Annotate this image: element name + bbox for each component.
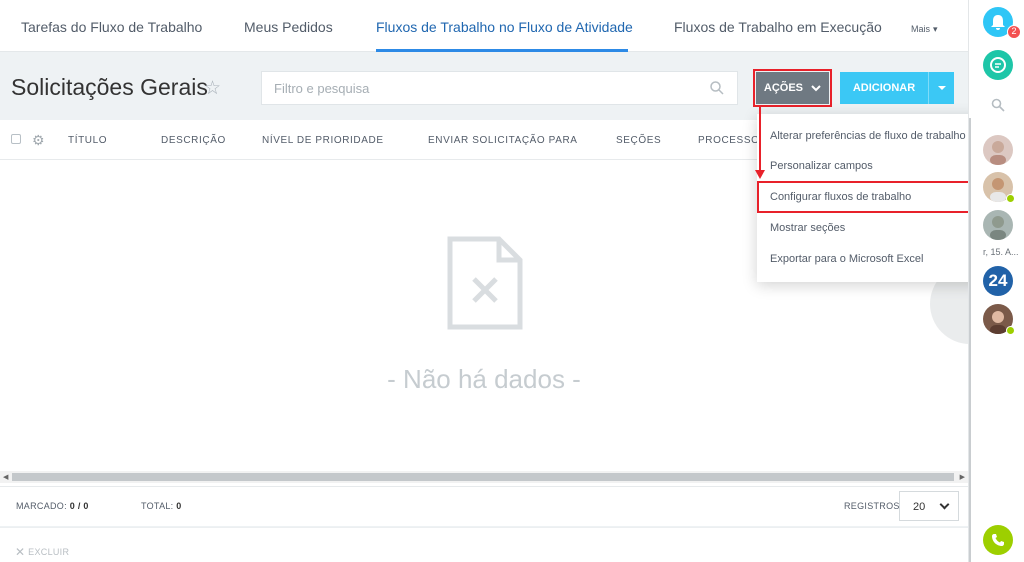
caret-down-icon: ▾ xyxy=(933,24,938,34)
notification-count-badge: 2 xyxy=(1007,25,1021,39)
chevron-down-icon xyxy=(939,499,950,510)
online-status-dot xyxy=(1006,194,1015,203)
add-button[interactable]: ADICIONAR xyxy=(840,72,928,104)
bitrix24-icon[interactable]: 24 xyxy=(983,266,1013,296)
active-tab-underline xyxy=(376,49,628,52)
right-sidebar: 2 r, 15. A... 24 xyxy=(968,0,1024,562)
annotation-arrow-head xyxy=(755,170,765,179)
grid-footer: MARCADO: 0 / 0 TOTAL: 0 REGISTROS: 20 xyxy=(0,486,968,526)
search-placeholder: Filtro e pesquisa xyxy=(274,81,370,96)
annotation-arrow-line xyxy=(759,107,761,171)
actions-highlight-box xyxy=(753,69,832,107)
page-title: Solicitações Gerais xyxy=(11,74,208,100)
search-icon[interactable] xyxy=(991,98,1005,112)
total-count: TOTAL: 0 xyxy=(141,501,182,511)
column-header-title[interactable]: TÍTULO xyxy=(68,135,107,146)
delete-button[interactable]: ✕ EXCLUIR xyxy=(15,545,69,559)
bulk-actions-bar: ✕ EXCLUIR xyxy=(0,527,968,562)
marked-count: MARCADO: 0 / 0 xyxy=(16,501,89,511)
scroll-right-icon[interactable]: ▶ xyxy=(960,473,965,481)
user-name-label: r, 15. A... xyxy=(983,247,1019,257)
records-label: REGISTROS: xyxy=(844,501,903,511)
phone-icon[interactable] xyxy=(983,525,1013,555)
menu-item-export-excel[interactable]: Exportar para o Microsoft Excel xyxy=(770,253,923,265)
menu-item-workflow-preferences[interactable]: Alterar preferências de fluxo de trabalh… xyxy=(770,130,966,142)
tab-running-workflows[interactable]: Fluxos de Trabalho em Execução xyxy=(674,19,882,35)
total-value: 0 xyxy=(176,501,182,511)
delete-label: EXCLUIR xyxy=(28,547,70,557)
records-per-page-select[interactable]: 20 xyxy=(899,491,959,521)
search-input[interactable]: Filtro e pesquisa xyxy=(261,71,738,105)
empty-document-icon xyxy=(447,236,523,330)
tab-my-requests[interactable]: Meus Pedidos xyxy=(244,19,333,35)
marked-label: MARCADO: xyxy=(16,501,67,511)
column-header-description[interactable]: DESCRIÇÃO xyxy=(161,135,226,146)
tab-workflow-tasks[interactable]: Tarefas do Fluxo de Trabalho xyxy=(21,19,202,35)
more-label: Mais xyxy=(911,24,931,34)
select-all-checkbox[interactable] xyxy=(11,134,21,144)
total-label: TOTAL: xyxy=(141,501,174,511)
add-dropdown-toggle[interactable] xyxy=(928,72,954,104)
close-icon: ✕ xyxy=(15,545,26,559)
gear-icon[interactable]: ⚙ xyxy=(32,132,45,149)
column-header-priority[interactable]: NÍVEL DE PRIORIDADE xyxy=(262,135,384,146)
empty-state-text: - Não há dados - xyxy=(387,364,581,394)
scroll-left-icon[interactable]: ◀ xyxy=(3,473,8,481)
sidebar-scrollbar[interactable] xyxy=(969,118,971,562)
menu-item-show-sections[interactable]: Mostrar seções xyxy=(770,222,845,234)
tab-workflows-in-activity-stream[interactable]: Fluxos de Trabalho no Fluxo de Atividade xyxy=(376,19,633,35)
menu-item-highlight-box xyxy=(757,181,981,213)
menu-item-customize-fields[interactable]: Personalizar campos xyxy=(770,160,873,172)
records-value: 20 xyxy=(913,501,926,513)
column-header-send-to[interactable]: ENVIAR SOLICITAÇÃO PARA xyxy=(428,135,578,146)
top-navigation: Tarefas do Fluxo de Trabalho Meus Pedido… xyxy=(0,0,968,52)
horizontal-scrollbar[interactable]: ◀ ▶ xyxy=(0,471,968,483)
marked-value: 0 / 0 xyxy=(69,501,89,511)
column-header-sections[interactable]: SEÇÕES xyxy=(616,135,661,146)
online-status-dot xyxy=(1006,326,1015,335)
search-icon[interactable] xyxy=(709,80,725,96)
avatar[interactable] xyxy=(983,135,1013,165)
avatar[interactable] xyxy=(983,210,1013,240)
open-channels-icon[interactable] xyxy=(983,50,1013,80)
star-icon[interactable]: ☆ xyxy=(204,77,221,100)
more-menu[interactable]: Mais ▾ xyxy=(908,19,938,35)
scrollbar-thumb[interactable] xyxy=(12,473,954,481)
